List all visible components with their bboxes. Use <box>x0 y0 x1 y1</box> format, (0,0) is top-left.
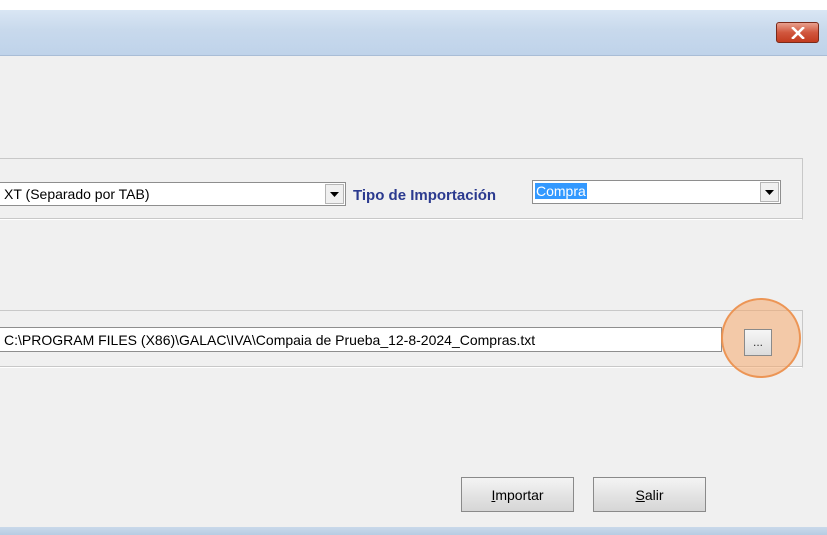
bottom-border <box>0 527 827 535</box>
file-path-field[interactable]: C:\PROGRAM FILES (X86)\GALAC\IVA\Compaia… <box>0 327 722 352</box>
close-x-icon <box>790 26 805 39</box>
salir-button[interactable]: Salir <box>593 477 706 512</box>
format-combo[interactable]: XT (Separado por TAB) <box>0 182 346 206</box>
tipo-importacion-label: Tipo de Importación <box>353 187 497 204</box>
importar-button[interactable]: Importar <box>461 477 574 512</box>
import-dialog <box>0 10 827 535</box>
importar-label: mportar <box>495 486 544 503</box>
browse-button[interactable]: ... <box>744 329 772 356</box>
format-combo-value: XT (Separado por TAB) <box>4 186 150 202</box>
dropdown-arrow-icon[interactable] <box>760 182 779 202</box>
file-path-value: C:\PROGRAM FILES (X86)\GALAC\IVA\Compaia… <box>4 332 536 348</box>
dropdown-arrow-icon[interactable] <box>325 184 344 204</box>
tipo-importacion-value: Compra <box>535 183 587 199</box>
salir-mnemonic: S <box>635 486 645 503</box>
title-bar[interactable] <box>0 10 827 56</box>
tipo-importacion-combo[interactable]: Compra <box>532 180 781 204</box>
close-button[interactable] <box>776 22 819 43</box>
salir-label: alir <box>644 486 664 503</box>
